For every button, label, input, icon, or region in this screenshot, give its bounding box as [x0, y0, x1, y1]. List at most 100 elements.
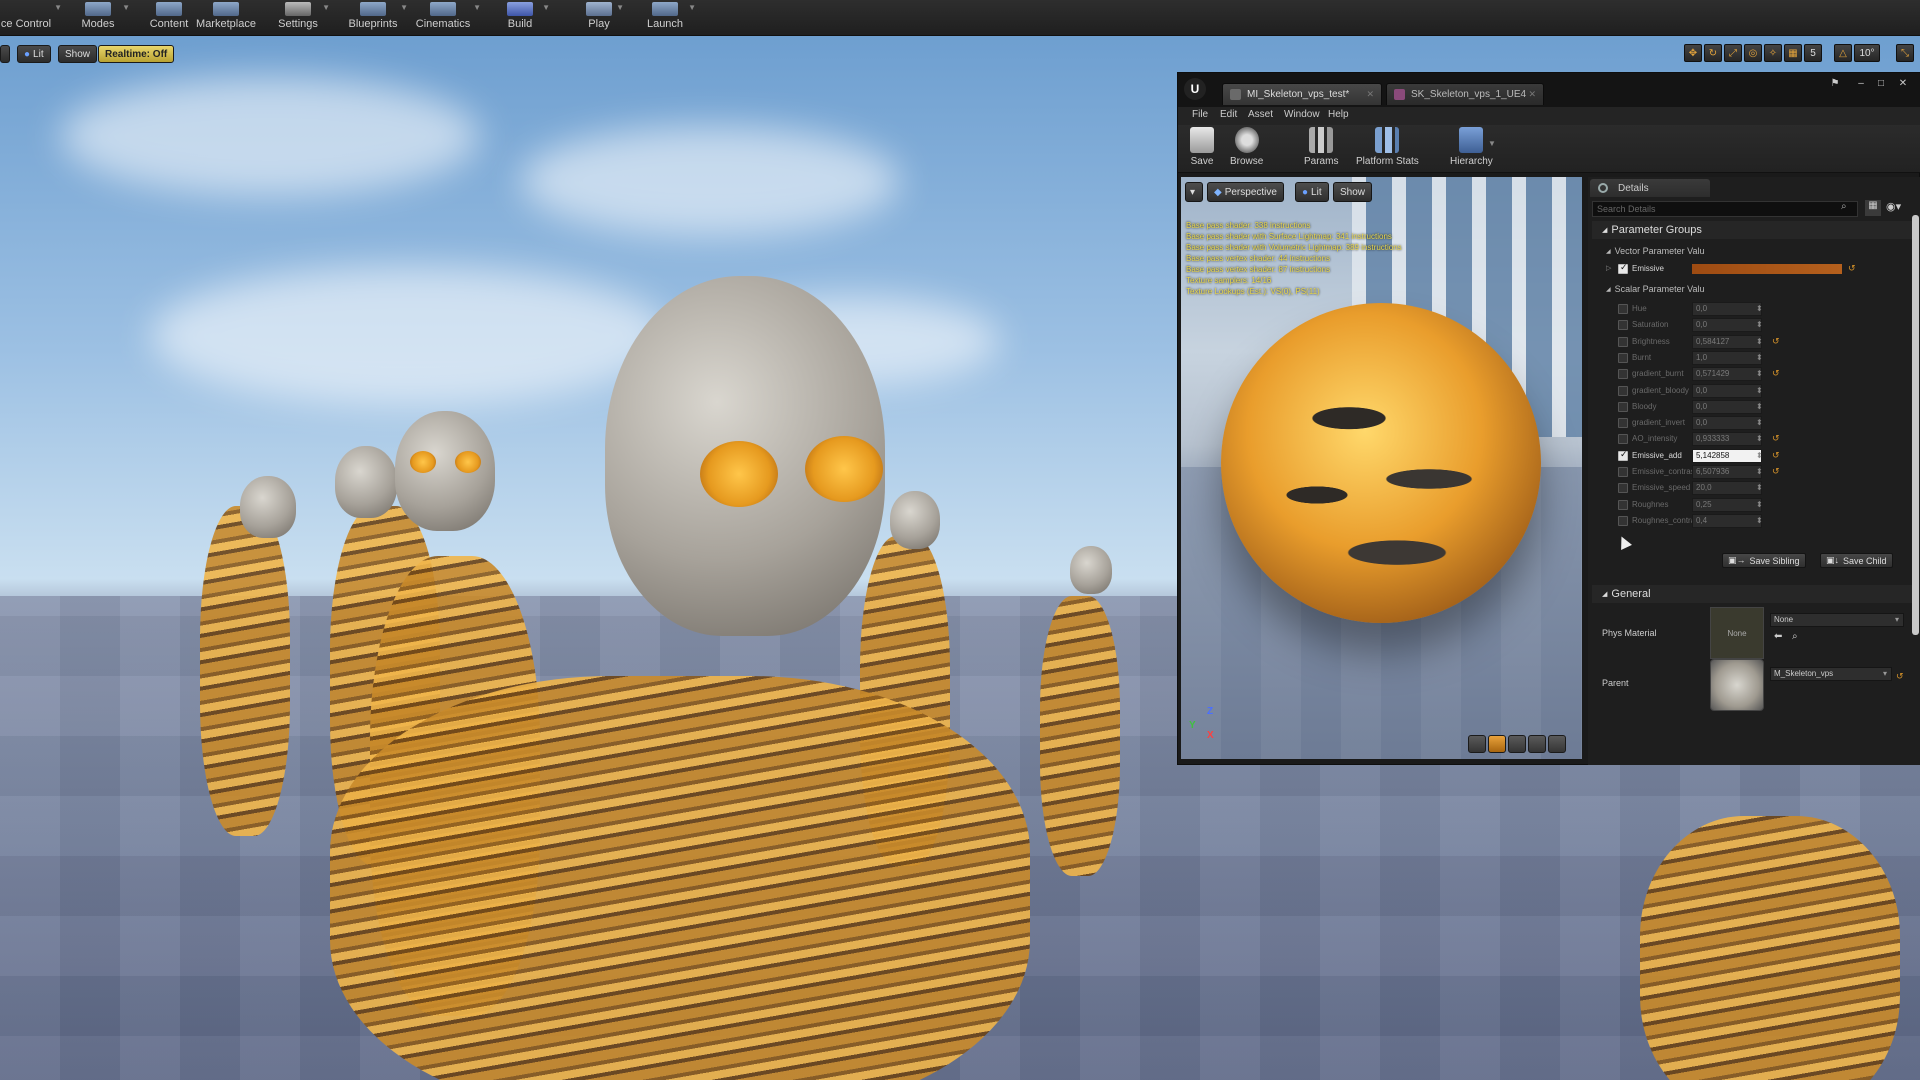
perspective-button[interactable]: ◆ Perspective: [1207, 182, 1284, 202]
show-button[interactable]: Show: [58, 45, 98, 63]
menu-help[interactable]: Help: [1328, 109, 1349, 120]
preview-lit-button[interactable]: ● Lit: [1295, 182, 1329, 202]
browse-button[interactable]: Browse: [1230, 127, 1263, 167]
override-checkbox[interactable]: [1618, 467, 1628, 477]
modes-button[interactable]: ▼ Modes: [76, 0, 130, 34]
override-checkbox[interactable]: [1618, 418, 1628, 429]
reset-to-default-icon[interactable]: ↺: [1896, 671, 1904, 682]
details-scrollbar[interactable]: [1912, 215, 1919, 635]
param-value-input[interactable]: 5,142858: [1692, 448, 1762, 463]
menu-asset[interactable]: Asset: [1248, 109, 1273, 120]
dropdown-arrow-icon[interactable]: ▼: [322, 3, 330, 12]
spinner-arrows-icon[interactable]: ⬍: [1756, 516, 1763, 525]
use-selected-arrow-icon[interactable]: ⬅: [1774, 631, 1782, 642]
close-window-icon[interactable]: ✕: [1896, 79, 1910, 89]
expand-arrow-icon[interactable]: ▷: [1606, 264, 1611, 272]
maximize-icon[interactable]: □: [1874, 79, 1888, 89]
override-checkbox[interactable]: [1618, 385, 1628, 396]
dropdown-arrow-icon[interactable]: ▼: [542, 3, 550, 12]
dropdown-arrow-icon[interactable]: ▼: [122, 3, 130, 12]
menu-edit[interactable]: Edit: [1220, 109, 1237, 120]
override-checkbox[interactable]: [1618, 336, 1628, 347]
realtime-toggle[interactable]: Realtime: Off: [98, 45, 175, 63]
scale-icon[interactable]: ⤢: [1724, 44, 1742, 62]
save-child-button[interactable]: ▣↓ Save Child: [1820, 553, 1893, 568]
content-button[interactable]: Content: [146, 0, 192, 34]
grid-snap-icon[interactable]: ▦: [1784, 44, 1802, 62]
param-value-input[interactable]: 0,0: [1692, 383, 1762, 398]
browse-asset-icon[interactable]: ⌕: [1792, 631, 1798, 642]
minimize-icon[interactable]: –: [1854, 79, 1868, 89]
tab-skeletal-mesh[interactable]: SK_Skeleton_vps_1_UE4 ✕: [1386, 83, 1544, 105]
vector-parameter-header[interactable]: ◢ Vector Parameter Valu: [1596, 243, 1914, 259]
override-checkbox[interactable]: [1618, 352, 1628, 363]
preview-cylinder-icon[interactable]: [1468, 735, 1486, 753]
reset-to-default-icon[interactable]: ↺: [1772, 368, 1780, 379]
spinner-arrows-icon[interactable]: ⬍: [1756, 369, 1763, 378]
search-icon[interactable]: ⌕: [1841, 201, 1847, 212]
phys-material-dropdown[interactable]: None ▾: [1770, 613, 1904, 627]
view-mode-lit-button[interactable]: ● Lit: [17, 45, 51, 63]
dropdown-arrow-icon[interactable]: ▼: [54, 3, 62, 12]
param-value-input[interactable]: 0,0: [1692, 302, 1762, 316]
dropdown-arrow-icon[interactable]: ▼: [473, 3, 481, 12]
param-value-input[interactable]: 0,933333: [1692, 432, 1762, 447]
rotate-icon[interactable]: ↻: [1704, 44, 1722, 62]
override-checkbox[interactable]: [1618, 320, 1628, 331]
details-tab[interactable]: Details: [1590, 179, 1710, 197]
reset-to-default-icon[interactable]: ↺: [1772, 336, 1780, 347]
preview-mesh-icon[interactable]: [1548, 735, 1566, 753]
param-value-input[interactable]: 0,571429: [1692, 367, 1762, 382]
preview-show-button[interactable]: Show: [1333, 182, 1373, 202]
settings-button[interactable]: ▼ Settings: [276, 0, 330, 34]
source-control-button[interactable]: ▼ ce Control: [0, 0, 62, 34]
reset-to-default-icon[interactable]: ↺: [1848, 263, 1856, 274]
spinner-arrows-icon[interactable]: ⬍: [1756, 386, 1763, 395]
parent-material-dropdown[interactable]: M_Skeleton_vps ▾: [1770, 667, 1892, 681]
param-value-input[interactable]: 0,0: [1692, 416, 1762, 431]
close-icon[interactable]: ✕: [1366, 89, 1374, 100]
search-details-input[interactable]: Search Details: [1592, 201, 1858, 217]
override-checkbox[interactable]: [1618, 262, 1628, 274]
spinner-arrows-icon[interactable]: ⬍: [1756, 500, 1763, 509]
scale-snap-icon[interactable]: ⤡: [1896, 44, 1914, 62]
hierarchy-button[interactable]: Hierarchy: [1450, 127, 1493, 167]
spinner-arrows-icon[interactable]: ⬍: [1756, 434, 1763, 443]
spinner-arrows-icon[interactable]: ⬍: [1756, 353, 1763, 362]
surface-snap-icon[interactable]: ✧: [1764, 44, 1782, 62]
spinner-arrows-icon[interactable]: ⬍: [1756, 483, 1763, 492]
parent-material-thumbnail[interactable]: [1710, 659, 1764, 711]
dropdown-arrow-icon[interactable]: ▼: [1488, 139, 1496, 148]
cinematics-button[interactable]: ▼ Cinematics: [415, 0, 481, 34]
reset-to-default-icon[interactable]: ↺: [1772, 433, 1780, 444]
pin-icon[interactable]: ⚑: [1828, 79, 1842, 89]
general-header[interactable]: ◢ General: [1592, 585, 1912, 603]
translate-icon[interactable]: ✥: [1684, 44, 1702, 62]
viewport-options-button[interactable]: [0, 45, 10, 63]
menu-file[interactable]: File: [1192, 109, 1208, 120]
dropdown-arrow-icon[interactable]: ▼: [616, 3, 624, 12]
spinner-arrows-icon[interactable]: ⬍: [1756, 304, 1763, 313]
emissive-color-swatch[interactable]: [1692, 264, 1842, 274]
param-value-input[interactable]: 1,0: [1692, 350, 1762, 365]
override-checkbox[interactable]: [1618, 434, 1628, 445]
close-icon[interactable]: ✕: [1528, 89, 1536, 100]
phys-material-thumbnail[interactable]: None: [1710, 607, 1764, 659]
spinner-arrows-icon[interactable]: ⬍: [1756, 402, 1763, 411]
spinner-arrows-icon[interactable]: ⬍: [1756, 418, 1763, 427]
grid-snap-value[interactable]: 5: [1804, 44, 1822, 62]
override-checkbox[interactable]: [1618, 304, 1628, 314]
scalar-parameter-header[interactable]: ◢ Scalar Parameter Valu: [1596, 281, 1914, 297]
tab-material-instance[interactable]: MI_Skeleton_vps_test* ✕: [1222, 83, 1382, 105]
override-checkbox[interactable]: [1618, 449, 1628, 461]
material-preview-viewport[interactable]: ▾ ◆ Perspective ● Lit Show Base pass sha…: [1181, 177, 1582, 759]
rotation-snap-value[interactable]: 10°: [1854, 44, 1880, 62]
dropdown-arrow-icon[interactable]: ▼: [688, 3, 696, 12]
save-sibling-button[interactable]: ▣→ Save Sibling: [1722, 553, 1806, 568]
override-checkbox[interactable]: [1618, 499, 1628, 510]
spinner-arrows-icon[interactable]: ⬍: [1756, 320, 1763, 329]
spinner-arrows-icon[interactable]: ⬍: [1756, 467, 1763, 476]
param-value-input[interactable]: 0,584127: [1692, 334, 1762, 349]
param-value-input[interactable]: 6,507936: [1692, 465, 1762, 479]
preview-options-button[interactable]: ▾: [1185, 182, 1203, 202]
